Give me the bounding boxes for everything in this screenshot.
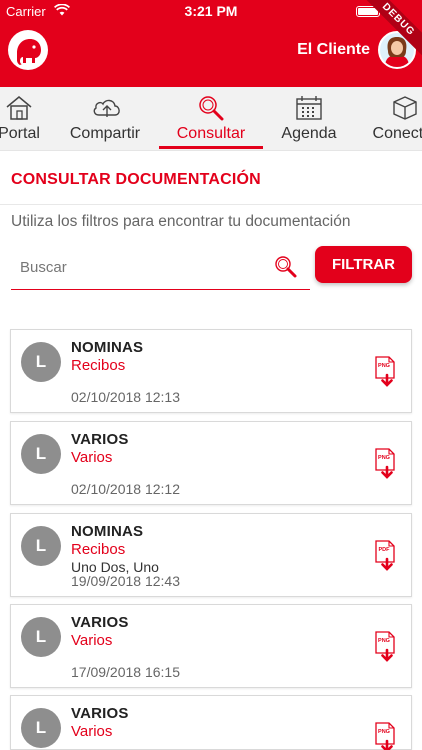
document-avatar: L [21,434,61,474]
document-item[interactable]: L VARIOS Varios 17/09/2018 16:15 PNG [10,604,412,688]
document-avatar: L [21,342,61,382]
search-icon [197,95,225,121]
file-type-label: PNG [378,638,390,644]
tab-compartir[interactable]: Compartir [58,87,152,151]
document-avatar: L [21,526,61,566]
elephant-logo-icon[interactable] [8,30,48,70]
file-type-label: PDF [378,547,390,553]
tab-label: Agenda [281,125,337,142]
search-icon[interactable] [274,255,298,279]
cube-icon [391,95,419,121]
filter-hint: Utiliza los filtros para encontrar tu do… [11,213,351,230]
tab-consultar[interactable]: Consultar [159,87,263,151]
document-avatar: L [21,617,61,657]
document-title: VARIOS [71,431,129,448]
document-title: NOMINAS [71,523,144,540]
document-category: Recibos [71,541,126,558]
user-name[interactable]: El Cliente [297,41,370,59]
status-bar: Carrier 3:21 PM [0,0,422,22]
tab-label: Conectar [372,125,422,142]
section-divider [0,204,422,205]
document-category: Varios [71,632,113,649]
document-date: 02/10/2018 12:13 [71,389,180,405]
document-date: 17/09/2018 16:15 [71,664,180,680]
tab-label: Compartir [69,125,141,142]
document-avatar: L [21,708,61,748]
document-item[interactable]: L VARIOS Varios PNG [10,695,412,750]
filter-button[interactable]: FILTRAR [315,246,412,283]
page-title: CONSULTAR DOCUMENTACIÓN [11,171,261,188]
png-download-icon[interactable]: PNG [375,722,399,750]
document-date: 19/09/2018 12:43 [71,573,180,589]
tab-conectar[interactable]: Conectar [363,87,422,151]
pdf-download-icon[interactable]: PDF [375,540,399,572]
document-date: 02/10/2018 12:12 [71,481,180,497]
search-input[interactable] [20,254,270,280]
cloud-upload-icon [91,95,120,121]
png-download-icon[interactable]: PNG [375,448,399,480]
home-icon [5,95,33,121]
tab-bar: Portal Compartir Consultar Agenda Conect… [0,87,422,151]
document-title: NOMINAS [71,339,144,356]
png-download-icon[interactable]: PNG [375,356,399,388]
document-title: VARIOS [71,705,129,722]
file-type-label: PNG [378,455,390,461]
png-download-icon[interactable]: PNG [375,631,399,663]
document-title: VARIOS [71,614,129,631]
file-type-label: PNG [378,729,390,735]
search-field[interactable] [11,246,310,290]
document-item[interactable]: L VARIOS Varios 02/10/2018 12:12 PNG [10,421,412,505]
active-tab-indicator [159,146,263,149]
calendar-icon [295,95,323,121]
app-header: Carrier 3:21 PM El Cliente DEBUG [0,0,422,87]
document-item[interactable]: L NOMINAS Recibos Uno Dos, Uno 19/09/201… [10,513,412,597]
file-type-label: PNG [378,363,390,369]
tab-agenda[interactable]: Agenda [268,87,350,151]
document-category: Varios [71,449,113,466]
document-item[interactable]: L NOMINAS Recibos 02/10/2018 12:13 PNG [10,329,412,413]
tab-label: Consultar [176,125,246,142]
document-category: Varios [71,723,113,740]
document-category: Recibos [71,357,126,374]
